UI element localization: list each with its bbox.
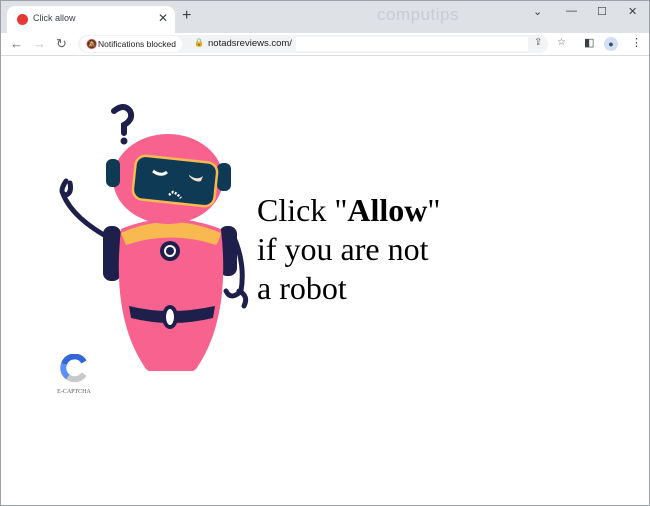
- watermark: computips: [377, 5, 459, 24]
- captcha-logo-icon: [60, 353, 87, 383]
- robot-ear-left: [106, 159, 120, 187]
- new-tab-button[interactable]: +: [182, 7, 191, 25]
- headline-line3: a robot: [257, 270, 347, 306]
- tab-title: Click allow: [33, 13, 76, 23]
- headline: Click "Allow" if you are not a robot: [257, 191, 440, 308]
- tab-search-icon[interactable]: ⌄: [533, 5, 542, 18]
- captcha-badge: E-CAPTCHA: [53, 353, 95, 395]
- close-window-button[interactable]: ✕: [628, 5, 637, 18]
- menu-icon[interactable]: ⋮: [631, 36, 642, 49]
- url-text[interactable]: notadsreviews.com/: [208, 38, 292, 49]
- title-bar: Click allow ✕ + computips ⌄ — ☐ ✕: [1, 1, 649, 33]
- notifications-blocked-chip[interactable]: 🔕 Notifications blocked: [80, 36, 182, 52]
- browser-window: Click allow ✕ + computips ⌄ — ☐ ✕ ← → ↻ …: [0, 0, 650, 506]
- reload-button[interactable]: ↻: [56, 36, 67, 52]
- toolbar: ← → ↻ 🔕 Notifications blocked 🔒 notadsre…: [1, 33, 649, 56]
- chip-label: Notifications blocked: [98, 39, 176, 49]
- robot-visor: [131, 154, 219, 208]
- side-panel-icon[interactable]: ◧: [584, 36, 594, 49]
- robot-ear-right: [217, 163, 231, 191]
- minimize-button[interactable]: —: [566, 5, 577, 17]
- profile-avatar[interactable]: ●: [604, 37, 618, 51]
- bell-off-icon: 🔕: [86, 39, 98, 49]
- lock-icon[interactable]: 🔒: [194, 38, 204, 47]
- robot-left-shoulder: [103, 226, 121, 281]
- favicon-icon: [17, 14, 28, 25]
- address-bar[interactable]: 🔕 Notifications blocked 🔒 notadsreviews.…: [78, 35, 566, 53]
- url-field[interactable]: [296, 37, 528, 51]
- share-icon[interactable]: ⇪: [534, 37, 542, 48]
- bookmark-star-icon[interactable]: ☆: [557, 37, 566, 48]
- maximize-button[interactable]: ☐: [597, 5, 607, 18]
- allow-emphasis: Allow: [347, 192, 428, 228]
- captcha-label: E-CAPTCHA: [57, 389, 91, 395]
- belt-buckle-inner: [166, 309, 174, 325]
- forward-button[interactable]: →: [33, 36, 46, 51]
- page-content: Click "Allow" if you are not a robot E-C…: [1, 56, 649, 505]
- question-mark-icon: [111, 104, 135, 145]
- tab-click-allow[interactable]: Click allow ✕: [7, 6, 175, 33]
- robot-illustration: [59, 104, 249, 371]
- back-button[interactable]: ←: [10, 36, 23, 51]
- tab-close-icon[interactable]: ✕: [158, 11, 168, 25]
- headline-line1: Click "Allow": [257, 192, 441, 228]
- headline-line2: if you are not: [257, 231, 429, 267]
